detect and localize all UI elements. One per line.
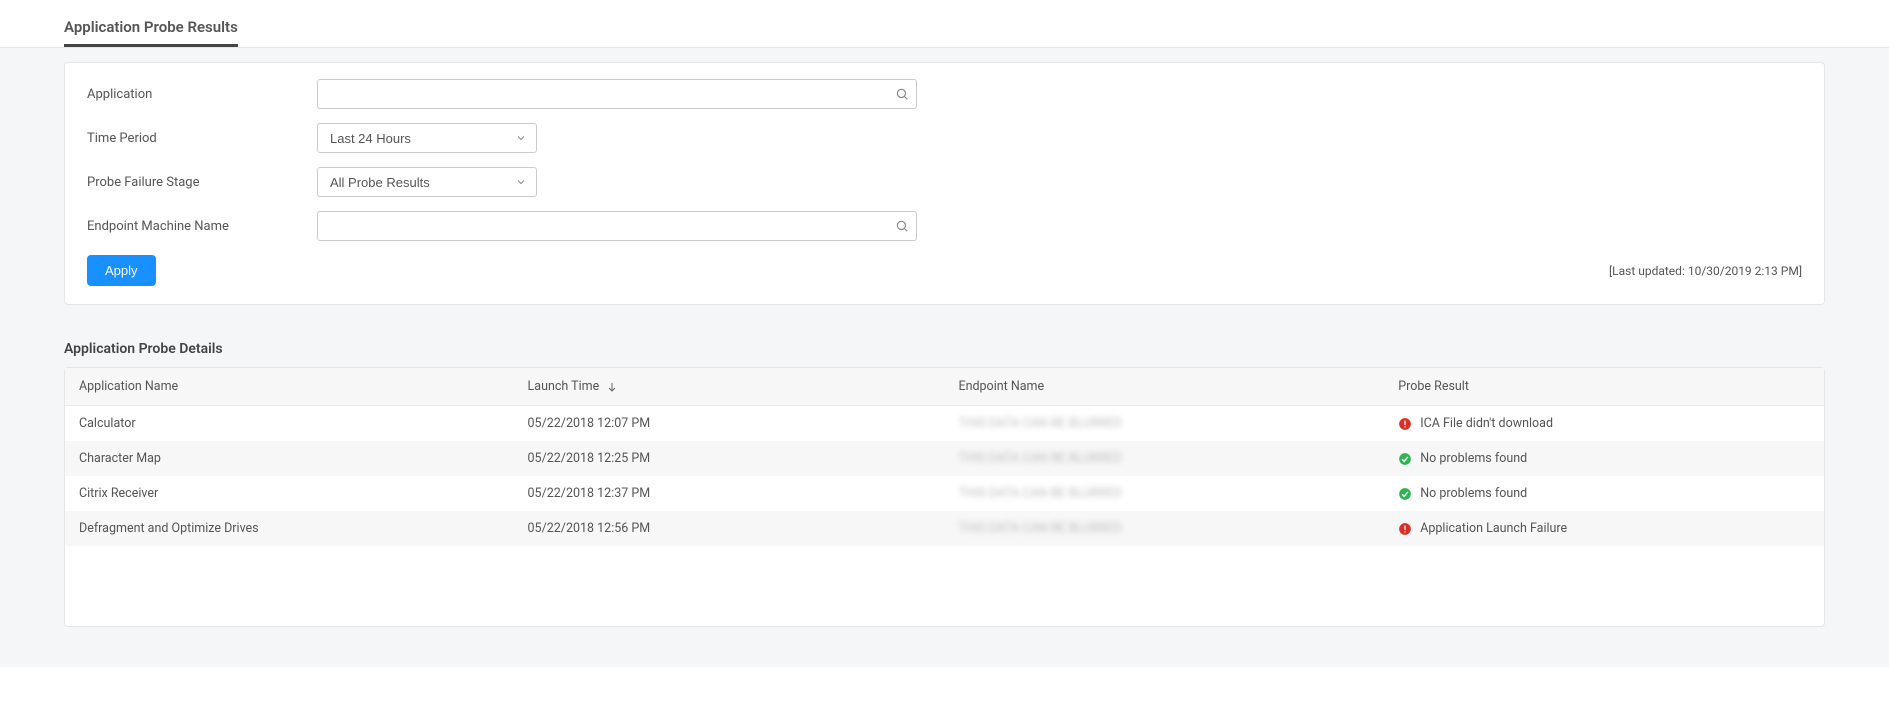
probe-stage-value: All Probe Results: [330, 175, 430, 190]
error-circle-icon: [1398, 417, 1412, 431]
time-period-label: Time Period: [87, 131, 317, 146]
cell-probe-result: No problems found: [1384, 476, 1824, 511]
details-section: Application Probe Details Application Na…: [64, 341, 1825, 627]
cell-launch-time: 05/22/2018 12:07 PM: [514, 406, 945, 442]
time-period-value: Last 24 Hours: [330, 131, 411, 146]
table-row[interactable]: Defragment and Optimize Drives05/22/2018…: [65, 511, 1824, 546]
details-table: Application Name Launch Time Endpoint: [65, 368, 1824, 546]
cell-application-name: Citrix Receiver: [65, 476, 514, 511]
col-header-endpoint-label: Endpoint Name: [958, 379, 1044, 394]
filter-row-probe-stage: Probe Failure Stage All Probe Results: [87, 167, 1802, 197]
details-heading: Application Probe Details: [64, 341, 1825, 357]
result-text: No problems found: [1420, 486, 1527, 501]
table-row[interactable]: Calculator05/22/2018 12:07 PMTHIS DATA C…: [65, 406, 1824, 442]
cell-launch-time: 05/22/2018 12:37 PM: [514, 476, 945, 511]
cell-application-name: Calculator: [65, 406, 514, 442]
apply-row: Apply [Last updated: 10/30/2019 2:13 PM]: [87, 255, 1802, 286]
result-text: No problems found: [1420, 451, 1527, 466]
col-header-launch-time[interactable]: Launch Time: [514, 368, 945, 406]
cell-application-name: Character Map: [65, 441, 514, 476]
probe-stage-label: Probe Failure Stage: [87, 175, 317, 190]
time-period-select[interactable]: Last 24 Hours: [317, 123, 537, 153]
filter-row-endpoint: Endpoint Machine Name: [87, 211, 1802, 241]
col-header-endpoint-name[interactable]: Endpoint Name: [944, 368, 1384, 406]
endpoint-label: Endpoint Machine Name: [87, 219, 317, 234]
cell-probe-result: Application Launch Failure: [1384, 511, 1824, 546]
col-header-result-label: Probe Result: [1398, 379, 1469, 394]
last-updated-text: [Last updated: 10/30/2019 2:13 PM]: [1609, 264, 1802, 278]
probe-stage-select[interactable]: All Probe Results: [317, 167, 537, 197]
tab-application-probe-results[interactable]: Application Probe Results: [64, 18, 238, 47]
filter-panel: Application Time Period Last 24 Hours: [64, 62, 1825, 305]
details-table-wrap: Application Name Launch Time Endpoint: [64, 367, 1825, 627]
result-text: Application Launch Failure: [1420, 521, 1567, 536]
cell-launch-time: 05/22/2018 12:25 PM: [514, 441, 945, 476]
col-header-probe-result[interactable]: Probe Result: [1384, 368, 1824, 406]
result-text: ICA File didn't download: [1420, 416, 1553, 431]
apply-button[interactable]: Apply: [87, 255, 156, 286]
endpoint-input[interactable]: [317, 211, 917, 241]
cell-endpoint-name: THIS DATA CAN BE BLURRED: [944, 441, 1384, 476]
table-row[interactable]: Character Map05/22/2018 12:25 PMTHIS DAT…: [65, 441, 1824, 476]
check-circle-icon: [1398, 487, 1412, 501]
cell-launch-time: 05/22/2018 12:56 PM: [514, 511, 945, 546]
cell-endpoint-name: THIS DATA CAN BE BLURRED: [944, 406, 1384, 442]
table-row[interactable]: Citrix Receiver05/22/2018 12:37 PMTHIS D…: [65, 476, 1824, 511]
col-header-launch-label: Launch Time: [528, 379, 600, 394]
application-label: Application: [87, 87, 317, 102]
filter-row-time-period: Time Period Last 24 Hours: [87, 123, 1802, 153]
cell-application-name: Defragment and Optimize Drives: [65, 511, 514, 546]
cell-probe-result: No problems found: [1384, 441, 1824, 476]
arrow-down-icon: [606, 381, 618, 393]
search-icon: [895, 219, 909, 233]
error-circle-icon: [1398, 522, 1412, 536]
application-input[interactable]: [317, 79, 917, 109]
tab-bar: Application Probe Results: [0, 0, 1889, 48]
col-header-app-label: Application Name: [79, 379, 178, 394]
cell-endpoint-name: THIS DATA CAN BE BLURRED: [944, 511, 1384, 546]
cell-probe-result: ICA File didn't download: [1384, 406, 1824, 442]
search-icon: [895, 87, 909, 101]
col-header-application-name[interactable]: Application Name: [65, 368, 514, 406]
cell-endpoint-name: THIS DATA CAN BE BLURRED: [944, 476, 1384, 511]
check-circle-icon: [1398, 452, 1412, 466]
filter-row-application: Application: [87, 79, 1802, 109]
